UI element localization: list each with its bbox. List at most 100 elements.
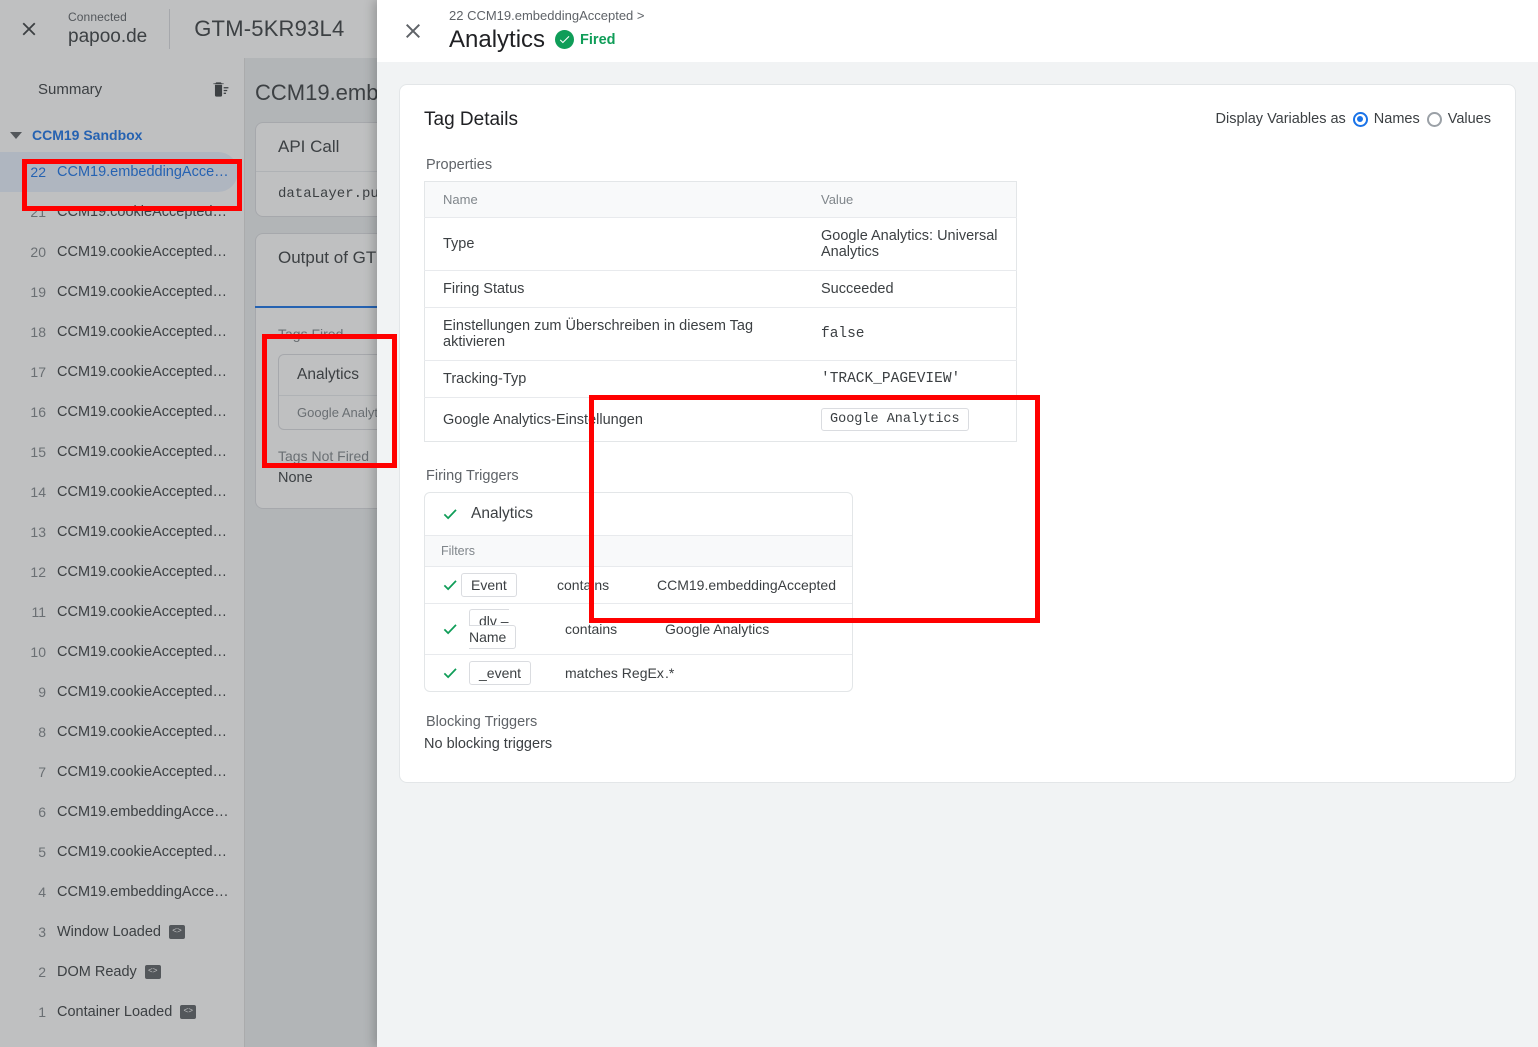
list-item[interactable]: 10CCM19.cookieAccepted… [0,632,238,672]
page-title: Analytics [449,25,545,55]
filter-operator: contains [557,577,657,593]
list-item-number: 12 [22,564,46,580]
list-item[interactable]: 2DOM Ready<> [0,952,238,992]
list-item-number: 20 [22,244,46,260]
properties-header-name: Name [425,182,804,218]
list-item-label: CCM19.cookieAccepted… [57,484,227,500]
list-item[interactable]: 3Window Loaded<> [0,912,238,952]
radio-names-label: Names [1374,111,1420,127]
filter-variable-wrap: _event [469,665,565,681]
panel-close-icon[interactable] [377,0,449,62]
panel-header-text: 22 CCM19.embeddingAccepted > Analytics F… [449,8,644,55]
table-row: Einstellungen zum Überschreiben in diese… [425,308,1017,361]
filters-label: Filters [425,536,852,567]
list-item-number: 15 [22,444,46,460]
list-item-label: Container Loaded [57,1004,172,1020]
list-item-number: 10 [22,644,46,660]
list-item-label: CCM19.embeddingAcce… [57,164,229,180]
list-item-number: 16 [22,404,46,420]
list-item[interactable]: 22CCM19.embeddingAcce… [0,152,238,192]
list-item[interactable]: 21CCM19.cookieAccepted… [0,192,238,232]
list-item[interactable]: 5CCM19.cookieAccepted… [0,832,238,872]
list-item[interactable]: 8CCM19.cookieAccepted… [0,712,238,752]
filter-variable-wrap: Event [461,577,557,593]
list-item[interactable]: 11CCM19.cookieAccepted… [0,592,238,632]
filter-variable-chip[interactable]: _event [469,661,531,685]
code-icon: <> [180,1005,196,1019]
summary-title: Summary [38,81,102,98]
list-item[interactable]: 4CCM19.embeddingAcce… [0,872,238,912]
list-item-label: CCM19.cookieAccepted… [57,204,227,220]
check-circle-icon [555,30,574,49]
list-item-number: 6 [22,804,46,820]
list-item-number: 5 [22,844,46,860]
list-item[interactable]: 13CCM19.cookieAccepted… [0,512,238,552]
list-item[interactable]: 1 Container Loaded <> [0,992,238,1032]
list-item-number: 11 [22,604,46,620]
list-item-label: Window Loaded [57,924,161,940]
property-value: 'TRACK_PAGEVIEW' [803,361,1017,398]
check-icon [441,576,461,594]
status-text: Fired [580,32,615,48]
list-item[interactable]: 19 CCM19.cookieAccepted… [0,272,238,312]
list-item-number: 17 [22,364,46,380]
filter-variable-chip[interactable]: Event [461,573,517,597]
radio-option-names[interactable]: Names [1353,111,1420,127]
list-item-label: CCM19.cookieAccepted… [57,244,227,260]
delete-icon[interactable] [211,80,230,99]
list-item-label: CCM19.cookieAccepted… [57,364,227,380]
check-icon [441,620,469,638]
display-variables-control: Display Variables as Names Values [1216,111,1492,127]
property-value: Succeeded [803,271,1017,308]
breadcrumb[interactable]: 22 CCM19.embeddingAccepted > [449,8,644,24]
list-item-number: 2 [22,964,46,980]
property-name: Type [425,218,804,271]
radio-option-values[interactable]: Values [1427,111,1491,127]
properties-label: Properties [426,157,1491,173]
filter-variable-chip[interactable]: dlv – Name [469,609,516,649]
list-item-label: CCM19.cookieAccepted… [57,444,227,460]
list-item[interactable]: 17 CCM19.cookieAccepted… [0,352,238,392]
panel-header: 22 CCM19.embeddingAccepted > Analytics F… [377,0,1538,62]
filter-row: dlv – NamecontainsGoogle Analytics [425,604,852,655]
sandbox-group-row[interactable]: CCM19 Sandbox [0,120,244,150]
firing-triggers-label: Firing Triggers [426,468,1491,484]
radio-names-icon[interactable] [1353,112,1368,127]
tag-details-panel: 22 CCM19.embeddingAccepted > Analytics F… [377,0,1538,1047]
list-item[interactable]: 16CCM19.cookieAccepted… [0,392,238,432]
blocking-triggers-value: No blocking triggers [424,736,1491,752]
event-list: 22CCM19.embeddingAcce…21CCM19.cookieAcce… [0,150,244,1032]
filter-value: .* [665,665,836,681]
list-item-label: CCM19.cookieAccepted… [57,724,227,740]
list-item[interactable]: 9 CCM19.cookieAccepted… [0,672,238,712]
radio-values-label: Values [1448,111,1491,127]
list-item-label: CCM19.embeddingAcce… [57,804,229,820]
list-item-number: 18 [22,324,46,340]
list-item[interactable]: 14 CCM19.cookieAccepted… [0,472,238,512]
list-item-number: 1 [22,1004,46,1020]
panel-title-row: Analytics Fired [449,25,644,55]
list-item-number: 9 [22,684,46,700]
property-value-chip[interactable]: Google Analytics [821,408,969,431]
filter-value: CCM19.embeddingAccepted [657,577,836,593]
chevron-down-icon[interactable] [10,132,22,139]
list-item[interactable]: 7CCM19.cookieAccepted… [0,752,238,792]
filter-row: _eventmatches RegEx.* [425,655,852,691]
screen-root: Connected papoo.de GTM-5KR93L4 Summary [0,0,1538,1047]
list-item-label: CCM19.cookieAccepted… [57,684,227,700]
list-item[interactable]: 20 CCM19.cookieAccepted… [0,232,238,272]
firing-trigger-card[interactable]: Analytics Filters EventcontainsCCM19.emb… [424,492,853,692]
list-item-number: 14 [22,484,46,500]
list-item-label: CCM19.embeddingAcce… [57,884,229,900]
list-item[interactable]: 18CCM19.cookieAccepted… [0,312,238,352]
property-value: false [803,308,1017,361]
close-icon[interactable] [0,0,58,58]
status-badge: Fired [555,30,615,49]
list-item[interactable]: 6 CCM19.embeddingAcce… [0,792,238,832]
list-item-label: CCM19.cookieAccepted… [57,284,227,300]
radio-values-icon[interactable] [1427,112,1442,127]
list-item[interactable]: 15 CCM19.cookieAccepted… [0,432,238,472]
property-name: Google Analytics-Einstellungen [425,398,804,442]
list-item[interactable]: 12CCM19.cookieAccepted… [0,552,238,592]
list-item-number: 19 [22,284,46,300]
